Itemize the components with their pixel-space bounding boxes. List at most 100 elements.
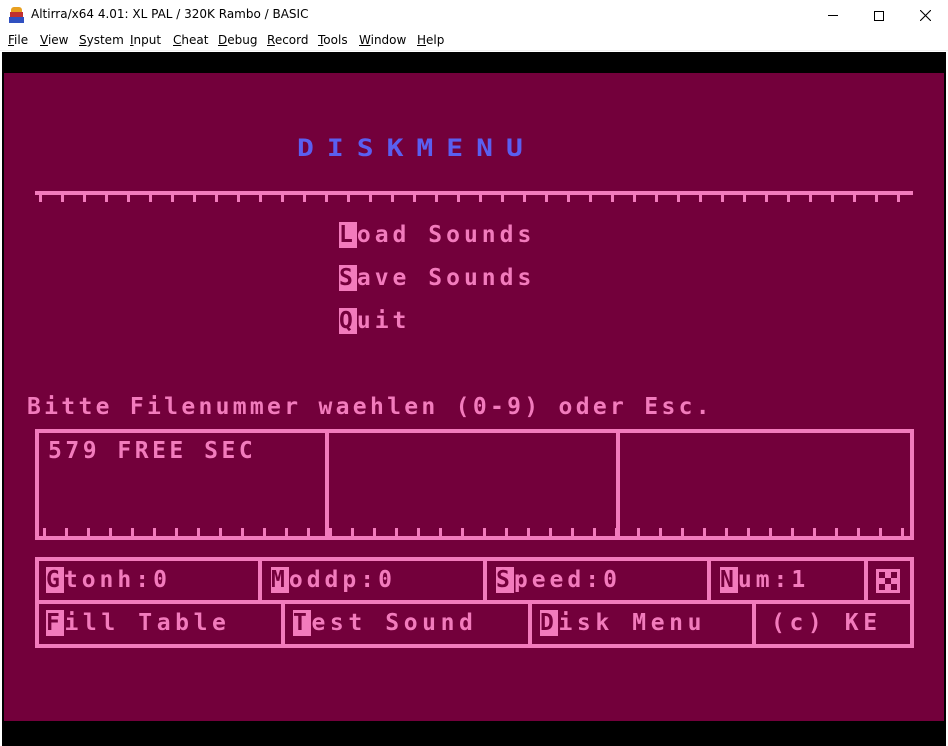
status-panel-divider <box>35 600 914 604</box>
tick-mark <box>857 528 860 536</box>
status-test-sound[interactable]: Test Sound <box>293 610 477 636</box>
menu-system-accel: S <box>79 33 87 47</box>
tick-mark <box>523 195 526 202</box>
tick-mark <box>461 528 464 536</box>
tick-mark <box>215 195 218 202</box>
menu-record-label: ecord <box>274 33 309 47</box>
disk-menu-label: isk Menu <box>558 610 707 636</box>
speed-label: peed:0 <box>513 567 621 593</box>
fill-table-label: ill Table <box>64 610 231 636</box>
tick-mark <box>721 195 724 202</box>
tick-mark <box>307 528 310 536</box>
tick-mark <box>347 195 350 202</box>
menu-view-label: iew <box>47 33 69 47</box>
status-num[interactable]: Num:1 <box>720 567 809 593</box>
checker-icon <box>876 569 900 593</box>
menu-system-label: ystem <box>86 33 124 47</box>
load-hotkey: L <box>339 222 357 248</box>
menu-tools-label: ools <box>323 33 348 47</box>
status-gtonh[interactable]: Gtonh:0 <box>46 567 171 593</box>
minimize-icon <box>828 15 838 16</box>
menu-system[interactable]: System <box>79 33 124 47</box>
disk-menu-hotkey: D <box>540 610 559 636</box>
close-button[interactable] <box>902 0 948 31</box>
menu-window-label: indow <box>370 33 407 47</box>
checker-icon-glyph <box>879 572 897 590</box>
tick-mark <box>787 195 790 202</box>
tick-mark <box>219 528 222 536</box>
tick-mark <box>483 528 486 536</box>
menu-input[interactable]: Input <box>130 33 161 47</box>
menu-option-save-sounds[interactable]: Save Sounds <box>339 265 535 291</box>
tick-mark <box>571 528 574 536</box>
status-speed[interactable]: Speed:0 <box>496 567 621 593</box>
tick-mark <box>677 195 680 202</box>
menu-debug[interactable]: Debug <box>218 33 257 47</box>
menu-option-load-sounds[interactable]: Load Sounds <box>339 222 535 248</box>
tick-mark <box>593 528 596 536</box>
save-hotkey: S <box>339 265 357 291</box>
tick-mark <box>39 195 42 202</box>
tick-mark <box>303 195 306 202</box>
menu-option-quit[interactable]: Quit <box>339 308 410 334</box>
tick-mark <box>193 195 196 202</box>
menu-help[interactable]: Help <box>417 33 444 47</box>
maximize-icon <box>874 10 884 21</box>
tick-mark <box>325 195 328 202</box>
num-label: um:1 <box>737 567 810 593</box>
tick-mark <box>637 528 640 536</box>
menu-cheat-label: heat <box>181 33 209 47</box>
title-bar: Altirra/x64 4.01: XL PAL / 320K Rambo / … <box>0 0 948 31</box>
tick-mark <box>505 528 508 536</box>
file-panel-ticks <box>43 528 904 536</box>
tick-mark <box>835 528 838 536</box>
menu-tools[interactable]: Tools <box>318 33 348 47</box>
tick-mark <box>479 195 482 202</box>
gtonh-hotkey: G <box>46 567 64 593</box>
tick-mark <box>285 528 288 536</box>
tick-mark <box>457 195 460 202</box>
tick-mark <box>109 528 112 536</box>
title-ruler <box>35 191 913 203</box>
menu-record[interactable]: Record <box>267 33 308 47</box>
tick-mark <box>699 195 702 202</box>
menu-window[interactable]: Window <box>359 33 406 47</box>
tick-mark <box>395 528 398 536</box>
close-icon <box>919 10 931 21</box>
maximize-button[interactable] <box>856 0 902 31</box>
speed-hotkey: S <box>496 567 514 593</box>
status-disk-menu[interactable]: Disk Menu <box>540 610 706 636</box>
tick-mark <box>83 195 86 202</box>
tick-mark <box>725 528 728 536</box>
window-title: Altirra/x64 4.01: XL PAL / 320K Rambo / … <box>31 7 309 21</box>
tick-mark <box>901 528 904 536</box>
tick-mark <box>633 195 636 202</box>
minimize-button[interactable] <box>810 0 856 31</box>
tick-mark <box>545 195 548 202</box>
copyright-label: (c) KE <box>771 610 882 636</box>
tick-mark <box>879 528 882 536</box>
menu-view[interactable]: View <box>40 33 68 47</box>
tick-mark <box>439 528 442 536</box>
tick-mark <box>791 528 794 536</box>
tick-mark <box>769 528 772 536</box>
tick-mark <box>87 528 90 536</box>
tick-mark <box>743 195 746 202</box>
status-divider <box>258 557 262 602</box>
menu-record-accel: R <box>267 33 275 47</box>
status-moddp[interactable]: Moddp:0 <box>271 567 396 593</box>
tick-mark <box>263 528 266 536</box>
tick-mark <box>413 195 416 202</box>
status-fill-table[interactable]: Fill Table <box>46 610 230 636</box>
menu-file[interactable]: File <box>8 33 28 47</box>
tick-mark <box>809 195 812 202</box>
menu-cheat[interactable]: Cheat <box>173 33 208 47</box>
menu-input-label: nput <box>133 33 162 47</box>
tick-mark <box>681 528 684 536</box>
tick-mark <box>61 195 64 202</box>
status-divider <box>707 557 711 602</box>
status-divider <box>528 602 532 648</box>
menu-view-accel: V <box>40 33 48 47</box>
tick-mark <box>527 528 530 536</box>
tick-mark <box>197 528 200 536</box>
